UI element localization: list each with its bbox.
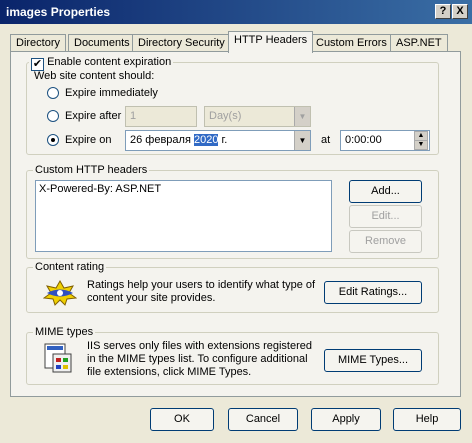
enable-expiration-label: Enable content expiration [47, 56, 172, 68]
expire-on-radio[interactable] [47, 134, 59, 146]
list-item[interactable]: X-Powered-By: ASP.NET [39, 183, 328, 195]
chevron-down-icon: ▼ [294, 131, 310, 150]
content-rating-text-2: content your site provides. [87, 292, 216, 304]
custom-headers-legend: Custom HTTP headers [33, 164, 150, 176]
tab-custom-errors[interactable]: Custom Errors [310, 34, 393, 52]
remove-header-button[interactable]: Remove [349, 230, 422, 253]
expiration-group: ✔ Enable content expiration Web site con… [26, 56, 439, 155]
expire-immediately-label: Expire immediately [65, 87, 158, 99]
close-title-button[interactable]: X [452, 4, 468, 19]
ratings-icon [43, 280, 77, 306]
mime-types-legend: MIME types [33, 326, 96, 338]
custom-headers-group: Custom HTTP headers X-Powered-By: ASP.NE… [26, 164, 439, 259]
apply-button[interactable]: Apply [311, 408, 381, 431]
expire-after-label: Expire after [65, 110, 122, 122]
tab-directory-security[interactable]: Directory Security [132, 34, 231, 52]
mime-text-1: IIS serves only files with extensions re… [87, 340, 312, 352]
content-rating-group: Content rating Ratings help your users t… [26, 261, 439, 313]
at-label: at [321, 134, 331, 146]
expire-after-unit-select[interactable]: Day(s) ▼ [204, 106, 311, 127]
add-header-button[interactable]: Add... [349, 180, 422, 203]
expire-after-value-field[interactable]: 1 [125, 106, 197, 127]
title-bar: images Properties [0, 0, 472, 24]
expiration-prompt: Web site content should: [34, 70, 155, 82]
time-spin-down-icon[interactable]: ▼ [414, 140, 428, 150]
help-button[interactable]: Help [393, 408, 461, 431]
edit-header-button[interactable]: Edit... [349, 205, 422, 228]
expire-after-unit-value: Day(s) [209, 110, 242, 122]
custom-headers-list[interactable]: X-Powered-By: ASP.NET [35, 180, 332, 252]
tab-http-headers[interactable]: HTTP Headers [228, 31, 314, 53]
mime-types-button[interactable]: MIME Types... [324, 349, 422, 372]
expire-after-radio[interactable] [47, 110, 59, 122]
expire-on-date-picker[interactable]: 26 февраля 2020 г. ▼ [125, 130, 311, 151]
expire-on-label: Expire on [65, 134, 112, 146]
ok-button[interactable]: OK [150, 408, 214, 431]
content-rating-text-1: Ratings help your users to identify what… [87, 279, 316, 291]
expire-immediately-radio[interactable] [47, 87, 59, 99]
expire-time-value: 0:00:00 [345, 134, 382, 146]
mime-text-3: file extensions, click MIME Types. [87, 366, 252, 378]
help-title-button[interactable]: ? [435, 4, 451, 19]
date-year-selected: 2020 [193, 134, 219, 146]
expiration-legend: ✔ Enable content expiration [29, 56, 174, 71]
mime-types-group: MIME types IIS serves only files with ex… [26, 326, 439, 385]
mime-text-2: in the MIME types list. To configure add… [87, 353, 308, 365]
date-prefix: 26 февраля [130, 134, 194, 146]
tab-directory[interactable]: Directory [10, 34, 67, 52]
content-rating-legend: Content rating [33, 261, 107, 273]
cancel-button[interactable]: Cancel [228, 408, 298, 431]
mime-types-icon [44, 343, 72, 373]
chevron-down-icon: ▼ [294, 107, 310, 126]
date-suffix: г. [218, 134, 228, 146]
tab-documents[interactable]: Documents [68, 34, 136, 52]
window-title: images Properties [6, 5, 111, 19]
edit-ratings-button[interactable]: Edit Ratings... [324, 281, 422, 304]
tab-panel: ✔ Enable content expiration Web site con… [10, 51, 461, 397]
tab-asp-net[interactable]: ASP.NET [390, 34, 448, 52]
